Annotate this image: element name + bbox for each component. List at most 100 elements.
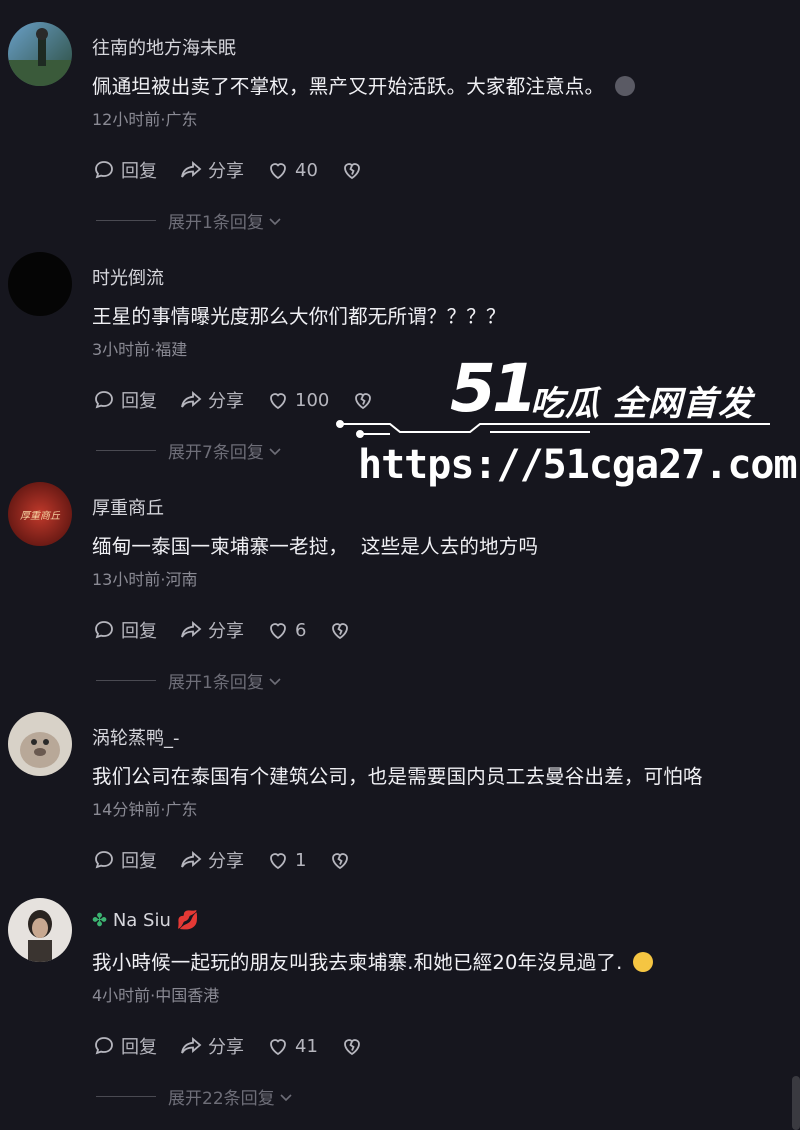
avatar[interactable] [8,712,72,776]
username[interactable]: 涡轮蒸鸭_- [92,724,180,750]
like-button[interactable]: 40 [266,158,318,182]
reply-label: 回复 [121,1037,157,1058]
dislike-button[interactable] [340,158,364,182]
comment-text-content: 佩通坦被出卖了不掌权，黑产又开始活跃。大家都注意点。 [92,75,605,98]
expand-replies-button[interactable]: 展开1条回复 [96,668,282,693]
broken-heart-icon [344,163,360,180]
heart-icon [270,623,286,640]
expand-label: 展开7条回复 [168,443,264,463]
like-button[interactable]: 100 [266,388,329,412]
avatar[interactable] [8,898,72,962]
share-button[interactable]: 分享 [179,387,244,413]
divider-line [96,220,156,221]
broken-heart-icon [344,1039,360,1056]
emoji-icon [614,76,635,96]
lips-icon: 💋 [176,910,200,931]
avatar[interactable] [8,22,72,86]
share-arrow-icon [181,161,202,178]
share-label: 分享 [208,621,244,642]
share-button[interactable]: 分享 [179,617,244,643]
like-button[interactable]: 6 [266,618,306,642]
comment-bubble-icon [95,1037,113,1055]
like-count: 40 [295,159,318,181]
broken-heart-icon [332,623,349,640]
comment-bubble-icon [95,851,113,869]
share-label: 分享 [208,161,244,182]
comment-bubble-icon [95,621,113,639]
reply-label: 回复 [121,161,157,182]
comment-text: 缅甸一泰国一柬埔寨一老挝， 这些是人去的地方吗 [92,535,539,558]
comment-text: 佩通坦被出卖了不掌权，黑产又开始活跃。大家都注意点。 [92,70,635,99]
expand-label: 展开1条回复 [168,673,264,693]
chevron-down-icon [280,1093,292,1101]
dislike-button[interactable] [340,1034,364,1058]
heart-icon [270,393,286,410]
dislike-button[interactable] [328,848,352,872]
share-label: 分享 [208,851,244,872]
share-button[interactable]: 分享 [179,1033,244,1059]
smile-emoji-icon [632,952,653,972]
expand-replies-button[interactable]: 展开22条回复 [96,1084,293,1109]
expand-replies-button[interactable]: 展开1条回复 [96,208,282,233]
comment-bubble-icon [95,161,113,179]
username[interactable]: 往南的地方海未眠 [92,34,236,60]
share-arrow-icon [181,391,202,408]
reply-label: 回复 [121,621,157,642]
watermark-url: https://51cga27.com [358,442,798,488]
username[interactable]: ✤ Na Siu 💋 [92,910,199,931]
heart-icon [270,163,286,180]
username[interactable]: 时光倒流 [92,264,164,290]
comment-bubble-icon [95,391,113,409]
avatar[interactable]: 厚重商丘 [8,482,72,546]
username[interactable]: 厚重商丘 [92,494,164,520]
chevron-down-icon [269,447,281,455]
dislike-button[interactable] [328,618,352,642]
heart-icon [270,1039,286,1056]
comment-list-page: 往南的地方海未眠 佩通坦被出卖了不掌权，黑产又开始活跃。大家都注意点。 12小时… [0,0,800,1130]
reply-button[interactable]: 回复 [92,387,157,413]
comment-meta: 14分钟前·广东 [92,800,198,819]
broken-heart-icon [332,853,349,870]
expand-label: 展开1条回复 [168,213,264,233]
reply-button[interactable]: 回复 [92,617,157,643]
share-button[interactable]: 分享 [179,847,244,873]
comment-actions: 回复 分享 6 [92,616,374,644]
watermark-circuit-lines [336,420,770,438]
share-button[interactable]: 分享 [179,157,244,183]
like-count: 100 [295,389,330,411]
heart-icon [270,853,286,870]
comment-text-content: 我小時候一起玩的朋友叫我去柬埔寨.和她已經20年沒見過了. [92,951,623,974]
username-text: Na Siu [112,910,171,931]
expand-replies-button[interactable]: 展开7条回复 [96,438,282,463]
comment-text: 我小時候一起玩的朋友叫我去柬埔寨.和她已經20年沒見過了. [92,946,653,975]
chevron-down-icon [269,677,281,685]
share-arrow-icon [181,851,202,868]
comment-actions: 回复 分享 41 [92,1032,386,1060]
watermark: 51 吃瓜 全网首发 https://51cga27.com [330,350,800,500]
reply-button[interactable]: 回复 [92,1033,157,1059]
scrollbar[interactable] [792,1076,800,1130]
expand-label: 展开22条回复 [168,1089,275,1109]
avatar[interactable] [8,252,72,316]
comment-meta: 12小时前·广东 [92,110,198,129]
comment-actions: 回复 分享 1 [92,846,374,874]
comment-text: 王星的事情曝光度那么大你们都无所谓？？？？ [92,305,506,328]
reply-button[interactable]: 回复 [92,157,157,183]
comment-meta: 13小时前·河南 [92,570,198,589]
svg-text:厚重商丘: 厚重商丘 [20,510,61,522]
divider-line [96,450,156,451]
like-button[interactable]: 41 [266,1034,318,1058]
comment-meta: 3小时前·福建 [92,340,188,359]
like-button[interactable]: 1 [266,848,306,872]
comment-actions: 回复 分享 40 [92,156,386,184]
share-label: 分享 [208,391,244,412]
chevron-down-icon [269,217,281,225]
reply-label: 回复 [121,851,157,872]
comment-meta: 4小时前·中国香港 [92,986,220,1005]
like-count: 41 [295,1035,318,1057]
divider-line [96,680,156,681]
clover-icon: ✤ [92,910,108,931]
like-count: 6 [295,619,307,641]
reply-button[interactable]: 回复 [92,847,157,873]
divider-line [96,1096,156,1097]
